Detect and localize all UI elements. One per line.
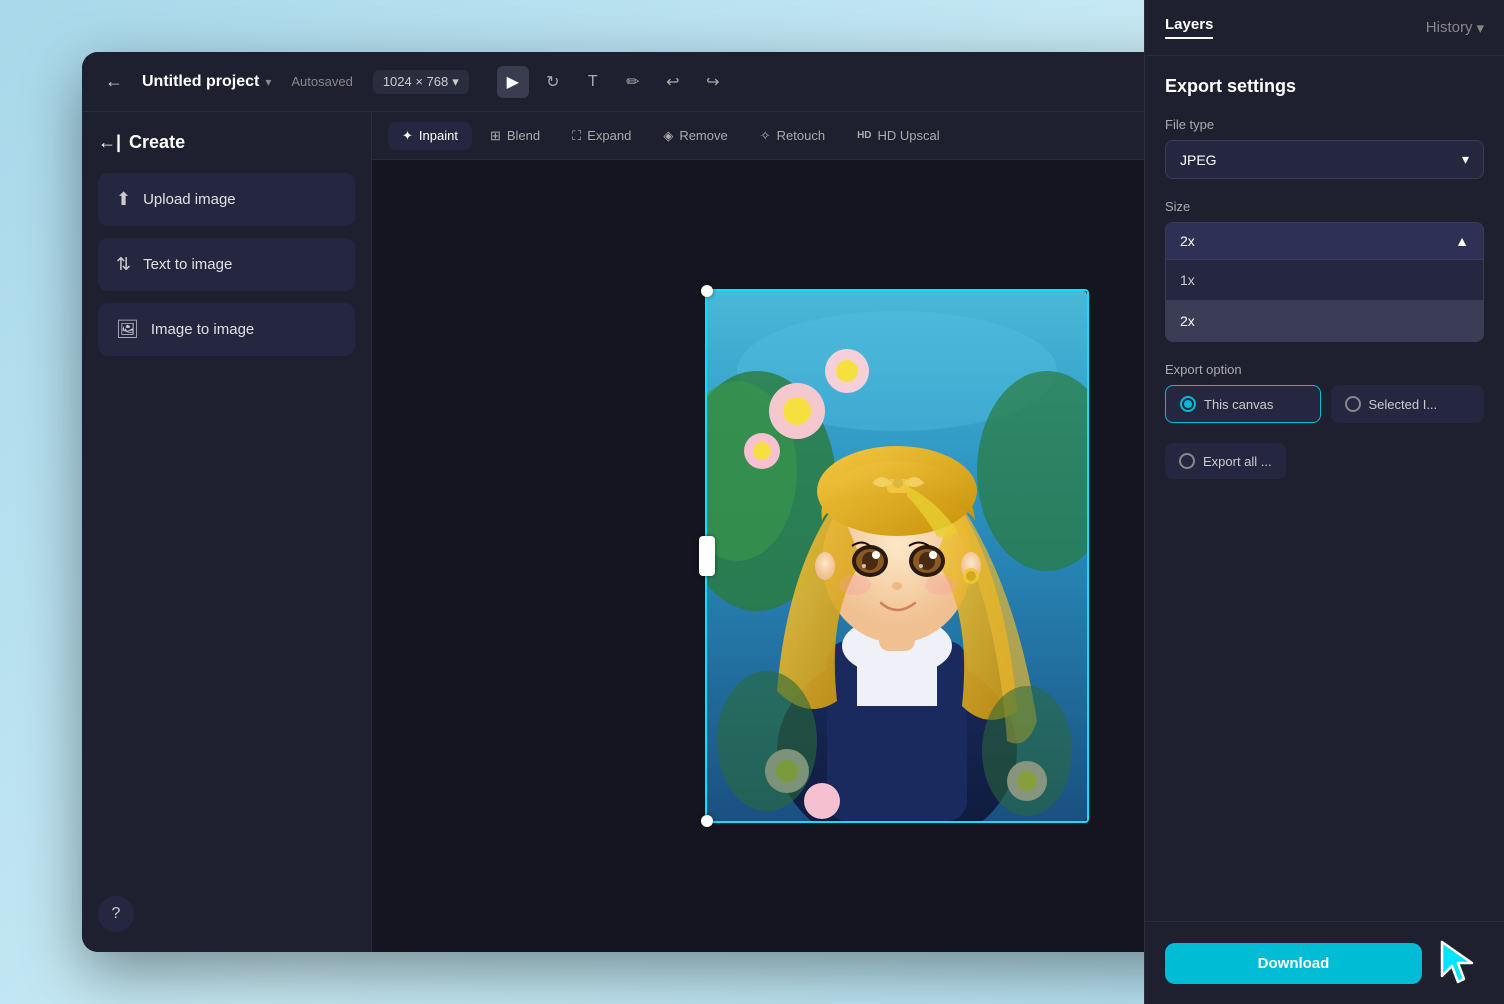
- canvas-size-chevron: ▾: [452, 74, 459, 90]
- sidebar-item-image-to-image[interactable]: 🖼 Image to image: [98, 303, 355, 356]
- expand-icon: ⛶: [572, 128, 581, 144]
- image-to-image-icon: 🖼: [116, 319, 139, 340]
- text-to-image-icon: ⇅: [116, 254, 131, 275]
- resize-handle-bottomleft[interactable]: [701, 815, 713, 827]
- retouch-tab[interactable]: ✧ Retouch: [746, 122, 839, 150]
- sidebar-item-upload-image[interactable]: ⬆ Upload image: [98, 173, 355, 226]
- sidebar: ←| Create ⬆ Upload image ⇅ Text to image…: [82, 112, 372, 952]
- selected-option-radio[interactable]: Selected I...: [1331, 385, 1423, 423]
- blend-tab[interactable]: ⊞ Blend: [476, 122, 554, 150]
- help-button[interactable]: ?: [98, 896, 134, 932]
- retouch-icon: ✧: [760, 128, 771, 144]
- rotate-tool-button[interactable]: ↻: [537, 66, 569, 98]
- export-panel: Layers History ▾ Export settings File ty…: [1144, 112, 1422, 952]
- file-type-field: File type JPEG ▾: [1165, 117, 1422, 179]
- upload-image-label: Upload image: [143, 191, 236, 208]
- resize-handle-topleft[interactable]: [701, 285, 713, 297]
- redo-button[interactable]: ↪: [697, 66, 729, 98]
- select-tool-button[interactable]: ▶: [497, 66, 529, 98]
- canvas-image: [707, 291, 1087, 821]
- sidebar-title: Create: [129, 132, 185, 153]
- size-label: Size: [1165, 199, 1422, 214]
- upscal-tab[interactable]: HD HD Upscal: [843, 122, 954, 149]
- pen-tool-button[interactable]: ✏: [617, 66, 649, 98]
- project-name-area[interactable]: Untitled project ▾: [142, 73, 271, 91]
- canvas-size-selector[interactable]: 1024 × 768 ▾: [373, 70, 469, 94]
- resize-handle-midleft[interactable]: [699, 536, 715, 576]
- project-title: Untitled project: [142, 73, 259, 91]
- this-canvas-radio: [1180, 396, 1196, 412]
- export-option-label: Export option: [1165, 362, 1422, 377]
- sidebar-back-icon: ←|: [98, 132, 121, 153]
- text-tool-button[interactable]: T: [577, 66, 609, 98]
- expand-tab[interactable]: ⛶ Expand: [558, 122, 645, 150]
- file-type-select[interactable]: JPEG ▾: [1165, 140, 1422, 179]
- image-to-image-label: Image to image: [151, 321, 254, 338]
- download-row: Download: [1145, 921, 1422, 952]
- size-field: Size 2x ▲ 1x 2x: [1165, 199, 1422, 342]
- inpaint-tab[interactable]: ✦ Inpaint: [388, 122, 472, 150]
- remove-tab[interactable]: ◈ Remove: [649, 122, 741, 150]
- inpaint-icon: ✦: [402, 128, 413, 144]
- export-options-row: This canvas Selected I...: [1165, 385, 1422, 423]
- selected-radio-circle: [1345, 396, 1361, 412]
- this-canvas-option[interactable]: This canvas: [1165, 385, 1321, 423]
- project-dropdown-icon: ▾: [265, 75, 271, 89]
- export-all-radio: [1179, 453, 1195, 469]
- text-to-image-label: Text to image: [143, 256, 232, 273]
- size-dropdown: 2x ▲ 1x 2x: [1165, 222, 1422, 342]
- main-content: ←| Create ⬆ Upload image ⇅ Text to image…: [82, 112, 1422, 952]
- toolbar-tools: ▶ ↻ T ✏ ↩ ↪: [497, 66, 729, 98]
- sidebar-header: ←| Create: [98, 132, 355, 153]
- app-window: ← Untitled project ▾ Autosaved 1024 × 76…: [82, 52, 1422, 952]
- export-option-field: Export option This canvas Selected I...: [1165, 362, 1422, 423]
- size-option-2x[interactable]: 2x: [1166, 300, 1422, 341]
- upscal-icon: HD: [857, 130, 871, 141]
- upload-image-icon: ⬆: [116, 189, 131, 210]
- file-type-label: File type: [1165, 117, 1422, 132]
- download-button[interactable]: Download: [1165, 943, 1422, 953]
- remove-icon: ◈: [663, 128, 673, 144]
- blend-icon: ⊞: [490, 128, 501, 144]
- size-selected-row[interactable]: 2x ▲: [1166, 223, 1422, 259]
- undo-button[interactable]: ↩: [657, 66, 689, 98]
- export-settings-body: Export settings File type JPEG ▾ Size 2x: [1145, 112, 1422, 921]
- autosaved-status: Autosaved: [291, 74, 352, 89]
- sidebar-item-text-to-image[interactable]: ⇅ Text to image: [98, 238, 355, 291]
- export-all-button[interactable]: Export all ...: [1165, 443, 1286, 479]
- image-container: [707, 291, 1087, 821]
- size-option-1x[interactable]: 1x: [1166, 259, 1422, 300]
- back-button[interactable]: ←: [98, 66, 130, 98]
